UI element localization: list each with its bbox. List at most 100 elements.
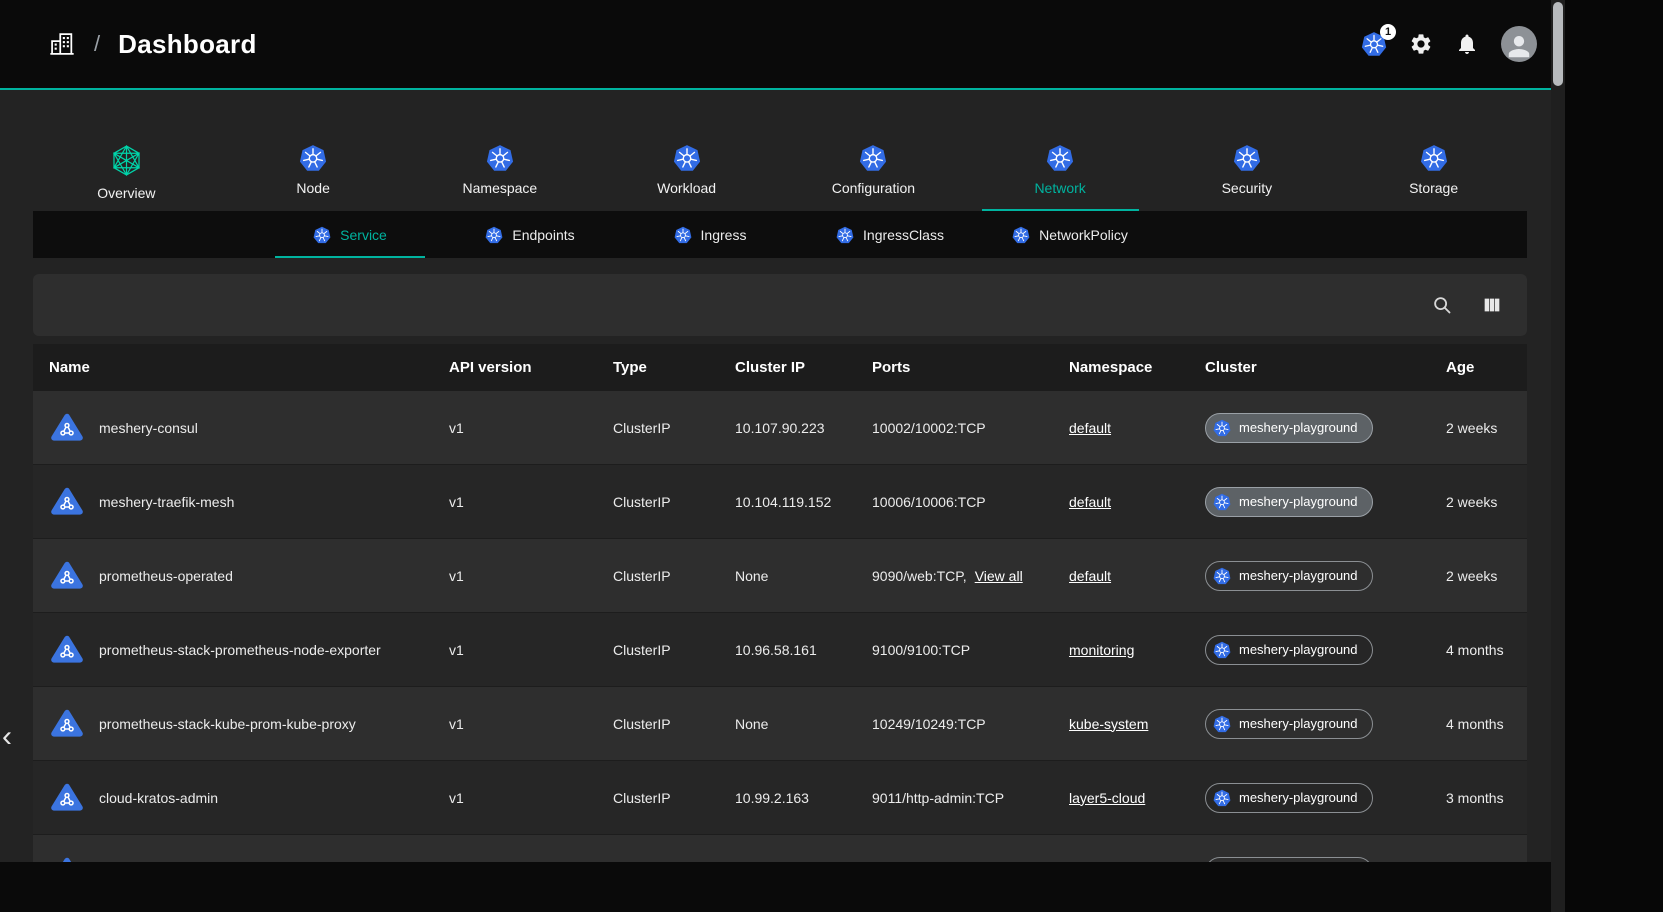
service-type: ClusterIP xyxy=(597,790,719,806)
table-header: NameAPI versionTypeCluster IPPortsNamesp… xyxy=(33,344,1527,391)
settings-gear-icon[interactable] xyxy=(1409,32,1433,56)
ports: 10249/10249:TCP xyxy=(872,716,986,732)
tab-workload[interactable]: Workload xyxy=(593,130,780,211)
table-row[interactable]: meshery-traefik-mesh v1 ClusterIP 10.104… xyxy=(33,465,1527,539)
subtab-endpoints[interactable]: Endpoints xyxy=(455,211,605,258)
kubernetes-context-button[interactable]: 1 xyxy=(1361,31,1387,57)
ports: 9100/9100:TCP xyxy=(872,642,970,658)
service-icon xyxy=(49,411,85,444)
cluster-chip[interactable]: meshery-playground xyxy=(1205,413,1373,443)
column-header-age[interactable]: Age xyxy=(1430,359,1527,376)
age: 3 months xyxy=(1430,790,1527,806)
kubernetes-icon xyxy=(1012,226,1030,244)
kubernetes-icon xyxy=(1233,144,1261,172)
cluster-chip-label: meshery-playground xyxy=(1239,494,1358,509)
table-row[interactable]: meshery-consul v1 ClusterIP 10.107.90.22… xyxy=(33,391,1527,465)
app-window: / Dashboard 1 Overview Node Namespace xyxy=(0,0,1551,912)
subtab-service[interactable]: Service xyxy=(275,211,425,258)
kubernetes-icon xyxy=(1213,567,1231,585)
subtab-ingressclass[interactable]: IngressClass xyxy=(815,211,965,258)
tab-label: Security xyxy=(1222,180,1273,196)
collapse-drawer-chevron[interactable]: ‹ xyxy=(2,722,12,752)
table-row[interactable]: prometheus-stack-prometheus-node-exporte… xyxy=(33,613,1527,687)
view-all-link[interactable]: View all xyxy=(975,568,1023,584)
search-icon[interactable] xyxy=(1431,294,1453,316)
subtab-ingress[interactable]: Ingress xyxy=(635,211,785,258)
service-type: ClusterIP xyxy=(597,494,719,510)
view-columns-icon[interactable] xyxy=(1481,294,1503,316)
subtab-label: Ingress xyxy=(701,227,747,243)
tab-label: Overview xyxy=(97,185,155,201)
kubernetes-icon xyxy=(486,144,514,172)
kubernetes-icon xyxy=(859,144,887,172)
service-type: ClusterIP xyxy=(597,568,719,584)
namespace-link[interactable]: default xyxy=(1069,568,1111,584)
column-header-namespace[interactable]: Namespace xyxy=(1053,359,1189,376)
namespace-link[interactable]: kube-system xyxy=(1069,716,1148,732)
api-version: v1 xyxy=(433,716,597,732)
kubernetes-icon xyxy=(673,144,701,172)
table-row[interactable]: prometheus-operated v1 ClusterIP None 90… xyxy=(33,539,1527,613)
service-type: ClusterIP xyxy=(597,716,719,732)
tab-network[interactable]: Network xyxy=(967,130,1154,211)
scrollbar-thumb[interactable] xyxy=(1553,2,1563,86)
kubernetes-icon xyxy=(1213,493,1231,511)
service-name: meshery-consul xyxy=(99,420,198,436)
cluster-chip-label: meshery-playground xyxy=(1239,716,1358,731)
kubernetes-icon xyxy=(836,226,854,244)
vertical-scrollbar[interactable] xyxy=(1551,0,1565,912)
namespace-link[interactable]: layer5-cloud xyxy=(1069,790,1145,806)
kubernetes-icon xyxy=(485,226,503,244)
service-type: ClusterIP xyxy=(597,642,719,658)
namespace-link[interactable]: monitoring xyxy=(1069,642,1134,658)
namespace-link[interactable]: default xyxy=(1069,420,1111,436)
cluster-ip: 10.104.119.152 xyxy=(719,494,856,510)
column-header-name[interactable]: Name xyxy=(33,359,433,376)
cluster-chip[interactable]: meshery-playground xyxy=(1205,487,1373,517)
cluster-chip[interactable]: meshery-playground xyxy=(1205,635,1373,665)
breadcrumb: / Dashboard xyxy=(48,29,257,60)
cluster-ip: 10.107.90.223 xyxy=(719,420,856,436)
organization-building-icon[interactable] xyxy=(48,30,76,58)
column-header-cluster[interactable]: Cluster xyxy=(1189,359,1430,376)
subtab-label: IngressClass xyxy=(863,227,944,243)
service-icon xyxy=(49,781,85,814)
table-row[interactable]: cloud-kratos-admin v1 ClusterIP 10.99.2.… xyxy=(33,761,1527,835)
cluster-chip-label: meshery-playground xyxy=(1239,790,1358,805)
table-row[interactable]: prometheus-stack-kube-prom-kube-proxy v1… xyxy=(33,687,1527,761)
notifications-bell-icon[interactable] xyxy=(1455,32,1479,56)
column-header-cluster-ip[interactable]: Cluster IP xyxy=(719,359,856,376)
kubernetes-icon xyxy=(299,144,327,172)
tab-node[interactable]: Node xyxy=(220,130,407,211)
topbar-actions: 1 xyxy=(1361,26,1541,62)
cluster-chip[interactable]: meshery-playground xyxy=(1205,709,1373,739)
cluster-chip[interactable]: meshery-playground xyxy=(1205,783,1373,813)
column-header-type[interactable]: Type xyxy=(597,359,719,376)
ports: 9011/http-admin:TCP xyxy=(872,790,1004,806)
subtab-networkpolicy[interactable]: NetworkPolicy xyxy=(995,211,1145,258)
main-content: Overview Node Namespace Workload Configu… xyxy=(0,130,1551,909)
service-icon xyxy=(49,485,85,518)
age: 2 weeks xyxy=(1430,494,1527,510)
kubernetes-icon xyxy=(1046,144,1074,172)
user-avatar-icon xyxy=(1504,31,1534,61)
api-version: v1 xyxy=(433,790,597,806)
column-header-ports[interactable]: Ports xyxy=(856,359,1053,376)
tab-namespace[interactable]: Namespace xyxy=(407,130,594,211)
cluster-ip: None xyxy=(719,716,856,732)
column-header-api-version[interactable]: API version xyxy=(433,359,597,376)
tab-configuration[interactable]: Configuration xyxy=(780,130,967,211)
tab-storage[interactable]: Storage xyxy=(1340,130,1527,211)
ports: 9090/web:TCP, xyxy=(872,568,967,584)
tab-security[interactable]: Security xyxy=(1154,130,1341,211)
tab-overview[interactable]: Overview xyxy=(33,130,220,211)
user-avatar[interactable] xyxy=(1501,26,1537,62)
kubernetes-icon xyxy=(1213,641,1231,659)
subtab-label: Endpoints xyxy=(512,227,574,243)
context-count-badge: 1 xyxy=(1380,24,1396,40)
tab-label: Storage xyxy=(1409,180,1458,196)
network-subtabs: Service Endpoints Ingress IngressClass N… xyxy=(33,211,1527,258)
cluster-chip-label: meshery-playground xyxy=(1239,642,1358,657)
cluster-chip[interactable]: meshery-playground xyxy=(1205,561,1373,591)
namespace-link[interactable]: default xyxy=(1069,494,1111,510)
